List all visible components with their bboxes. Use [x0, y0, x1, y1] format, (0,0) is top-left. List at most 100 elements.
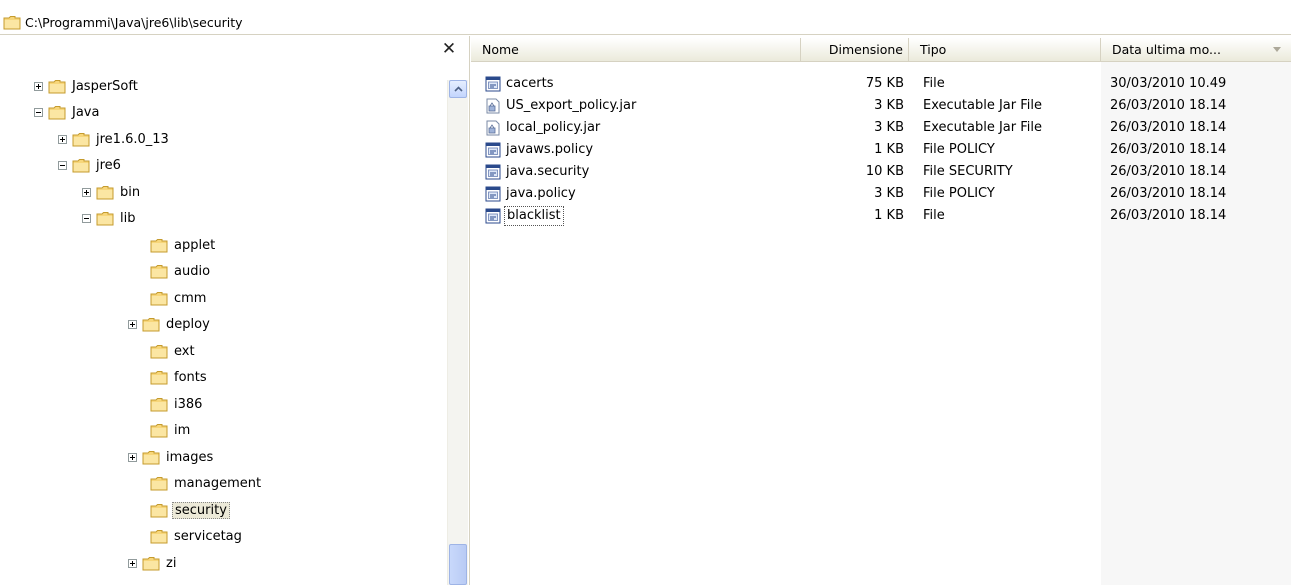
column-header-size[interactable]: Dimensione	[801, 38, 909, 61]
tree-item-label: bin	[120, 184, 141, 200]
column-header-name[interactable]: Nome	[471, 38, 801, 61]
tree-item-deploy[interactable]: deploy	[128, 314, 212, 336]
file-name: java.security	[506, 164, 590, 179]
file-size: 3 KB	[874, 98, 904, 113]
folder-icon	[150, 238, 168, 253]
file-name: local_policy.jar	[506, 120, 601, 135]
tree-item-java[interactable]: Java	[34, 102, 101, 124]
scroll-up-button[interactable]	[449, 80, 467, 98]
folder-icon	[142, 317, 160, 332]
file-size: 10 KB	[865, 164, 904, 179]
folder-icon	[150, 503, 168, 518]
file-row[interactable]: javaws.policy 1 KB File POLICY 26/03/2010 1…	[471, 139, 1291, 161]
expand-icon[interactable]	[34, 81, 43, 91]
file-name: javaws.policy	[506, 142, 594, 157]
file-name-cell[interactable]: cacerts	[485, 73, 555, 95]
tree-item-lib[interactable]: lib	[82, 208, 137, 230]
tree-item-label: zi	[166, 555, 177, 571]
tree-item-cmm[interactable]: cmm	[136, 287, 208, 309]
folder-icon	[150, 397, 168, 412]
expand-icon[interactable]	[58, 134, 67, 144]
tree-item-jre6[interactable]: jre6	[58, 155, 123, 177]
file-type: Executable Jar File	[923, 120, 1042, 135]
folder-icon	[72, 132, 90, 147]
column-header-date[interactable]: Data ultima mo...	[1101, 38, 1291, 61]
jar-icon	[485, 120, 501, 136]
tree-item-bin[interactable]: bin	[82, 181, 142, 203]
jar-icon	[485, 98, 501, 114]
address-path: C:\Programmi\Java\jre6\lib\security	[25, 15, 243, 30]
tree-item-label: jre6	[96, 158, 121, 173]
file-row[interactable]: local_policy.jar 3 KB Executable Jar File 2…	[471, 117, 1291, 139]
file-name-cell[interactable]: US_export_policy.jar	[485, 95, 638, 117]
file-name: US_export_policy.jar	[506, 98, 637, 113]
tree-item-jaspersoft[interactable]: JasperSoft	[34, 75, 140, 97]
collapse-icon[interactable]	[82, 214, 91, 223]
file-date: 26/03/2010 18.14	[1110, 164, 1227, 179]
tree-item-ext[interactable]: ext	[136, 340, 197, 362]
tree-item-management[interactable]: management	[136, 473, 263, 495]
folder-icon	[3, 16, 21, 30]
tree-item-label: servicetag	[174, 529, 242, 544]
address-bar[interactable]: C:\Programmi\Java\jre6\lib\security	[0, 13, 1291, 35]
address-content: C:\Programmi\Java\jre6\lib\security	[3, 15, 243, 30]
file-name-cell[interactable]: local_policy.jar	[485, 117, 602, 139]
tree-item-i386[interactable]: i386	[136, 393, 204, 415]
expand-icon[interactable]	[128, 452, 137, 462]
chevron-up-icon	[453, 86, 463, 92]
tree-item-applet[interactable]: applet	[136, 234, 217, 256]
tree-item-jre1-6-0-13[interactable]: jre1.6.0_13	[58, 128, 171, 150]
file-date: 30/03/2010 10.49	[1110, 76, 1227, 91]
expand-icon[interactable]	[82, 187, 91, 197]
folder-icon	[150, 423, 168, 438]
folder-icon	[150, 264, 168, 279]
folder-icon	[150, 529, 168, 544]
scroll-thumb[interactable]	[449, 544, 467, 585]
file-size: 3 KB	[874, 186, 904, 201]
tree-item-label: fonts	[174, 370, 207, 385]
tree-item-label: deploy	[166, 317, 210, 332]
file-name-cell[interactable]: java.policy	[485, 183, 578, 205]
file-row[interactable]: cacerts 75 KB File 30/03/2010 10.49	[471, 73, 1291, 95]
column-header-date-label: Data ultima mo...	[1112, 42, 1221, 57]
file-row[interactable]: java.policy 3 KB File POLICY 26/03/2010 18.…	[471, 183, 1291, 205]
tree-item-label: cmm	[174, 290, 207, 306]
folder-icon	[48, 79, 66, 94]
file-size: 1 KB	[874, 208, 904, 223]
tree-item-label: images	[166, 449, 214, 465]
file-type: File POLICY	[923, 142, 995, 157]
file-row[interactable]: US_export_policy.jar 3 KB Executable Jar F…	[471, 95, 1291, 117]
expand-icon[interactable]	[128, 320, 137, 329]
column-header-type[interactable]: Tipo	[909, 38, 1101, 61]
file-type: Executable Jar File	[923, 98, 1042, 113]
tree-item-audio[interactable]: audio	[136, 261, 212, 283]
tree-scrollbar[interactable]	[447, 80, 468, 585]
file-name-cell[interactable]: blacklist	[485, 205, 564, 227]
tree-item-zi[interactable]: zi	[128, 552, 178, 574]
file-name: java.policy	[506, 186, 576, 201]
tree-item-im[interactable]: im	[136, 420, 192, 442]
folder-icon	[96, 211, 114, 226]
file-name-cell[interactable]: java.security	[485, 161, 591, 183]
folder-icon	[96, 185, 114, 200]
collapse-icon[interactable]	[58, 161, 67, 170]
collapse-icon[interactable]	[34, 108, 43, 117]
file-icon	[485, 164, 501, 180]
tree-item-security[interactable]: security	[136, 499, 230, 521]
tree-item-label: lib	[120, 211, 136, 226]
file-size: 1 KB	[874, 142, 904, 157]
folder-icon	[150, 476, 168, 491]
folder-icon	[142, 450, 160, 465]
sort-arrow-icon	[1273, 47, 1281, 52]
tree-item-fonts[interactable]: fonts	[136, 367, 209, 389]
file-row[interactable]: blacklist 1 KB File 26/03/2010 18.14	[471, 205, 1291, 227]
expand-icon[interactable]	[128, 558, 137, 568]
file-name-cell[interactable]: javaws.policy	[485, 139, 595, 161]
tree-item-servicetag[interactable]: servicetag	[136, 526, 244, 548]
column-header-bar: Nome Dimensione Tipo Data ultima mo...	[471, 38, 1291, 62]
file-row[interactable]: java.security 10 KB File SECURITY 26/03/201…	[471, 161, 1291, 183]
close-icon[interactable]: ✕	[440, 40, 458, 58]
folder-pane-header: ✕	[0, 36, 469, 66]
file-date: 26/03/2010 18.14	[1110, 186, 1227, 201]
tree-item-images[interactable]: images	[128, 446, 215, 468]
